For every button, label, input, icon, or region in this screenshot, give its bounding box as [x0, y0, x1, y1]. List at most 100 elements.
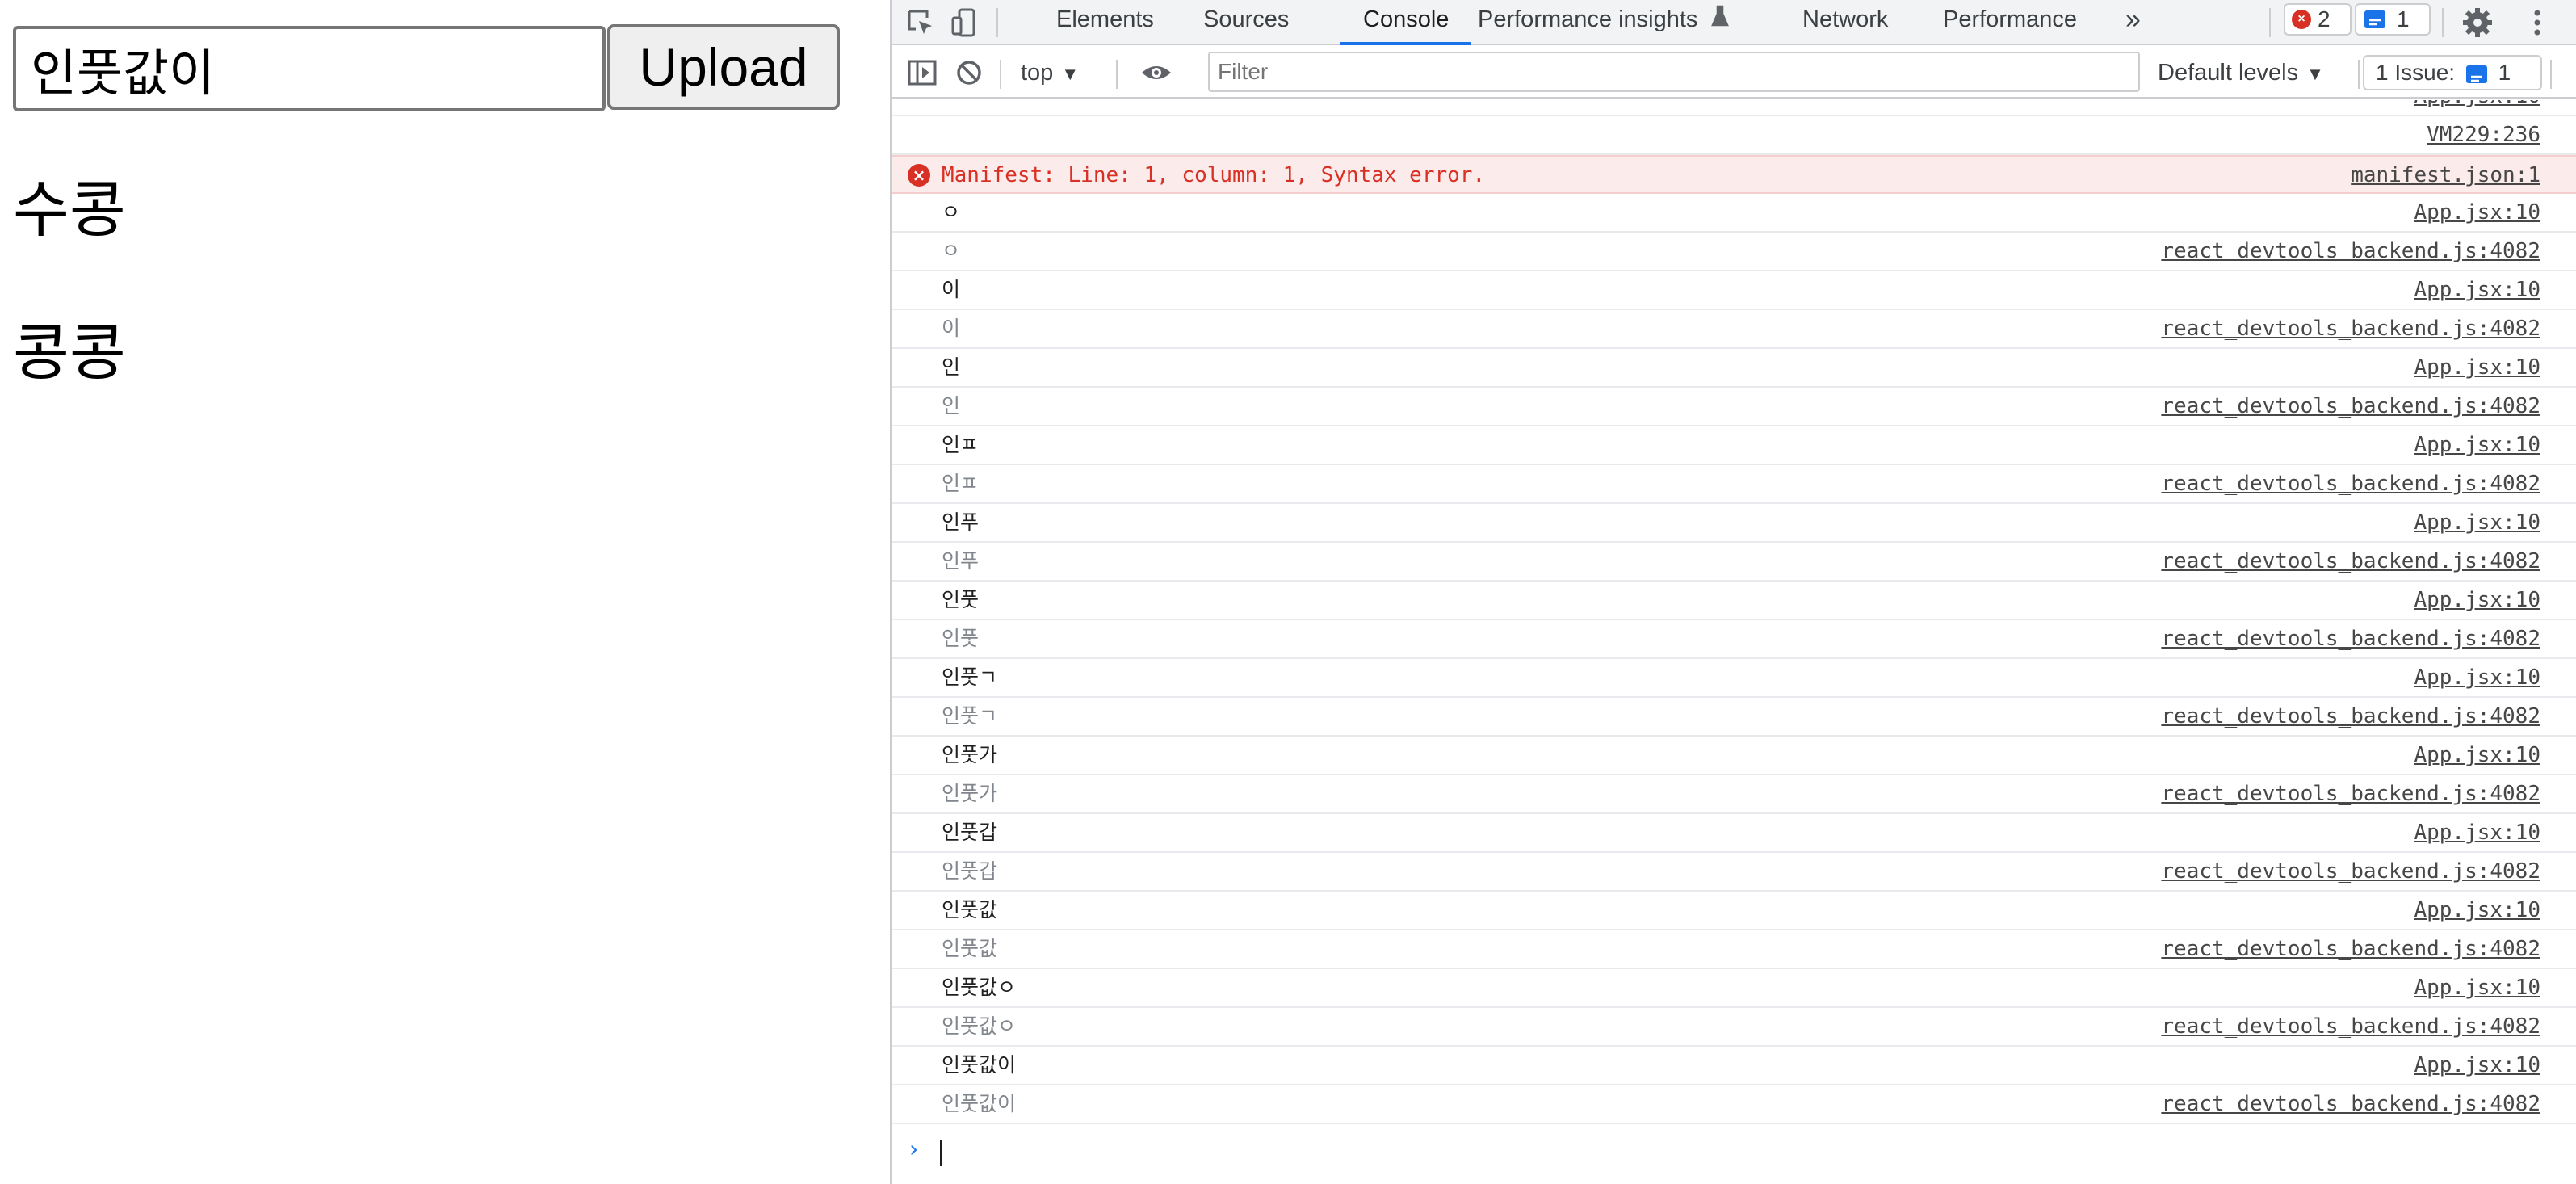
clear-console-icon[interactable] — [951, 55, 987, 90]
console-prompt[interactable]: › — [892, 1131, 2576, 1176]
console-message: 인풋값이 — [942, 1053, 1017, 1077]
devtools-panel: Elements Sources Console Performance ins… — [890, 0, 2576, 1184]
console-row: 인풋 react_devtools_backend.js:4082 — [892, 620, 2576, 659]
source-link[interactable]: App.jsx:10 — [2414, 194, 2540, 231]
source-link[interactable]: App.jsx:10 — [2414, 737, 2540, 774]
live-expression-eye-icon[interactable] — [1139, 55, 1174, 90]
console-message: 인ㅍ — [942, 472, 980, 495]
tab-elements[interactable]: Elements — [1056, 0, 1154, 45]
console-message: 인풋값ㅇ — [942, 1014, 1017, 1038]
divider — [1000, 60, 1001, 89]
source-link[interactable]: manifest.json:1 — [2351, 157, 2540, 194]
log-levels-label: Default levels — [2158, 60, 2299, 86]
source-link[interactable]: App.jsx:10 — [2414, 100, 2540, 115]
console-message: ㅇ — [942, 200, 961, 224]
source-link[interactable]: react_devtools_backend.js:4082 — [2161, 698, 2540, 735]
source-link[interactable]: App.jsx:10 — [2414, 504, 2540, 541]
log-levels-dropdown[interactable]: Default levels ▼ — [2158, 55, 2324, 90]
message-count-badge[interactable]: 1 — [2355, 3, 2431, 36]
console-message: 인 — [942, 355, 961, 379]
filter-input[interactable] — [1208, 52, 2140, 92]
console-row: 인풋값이 App.jsx:10 — [892, 1047, 2576, 1085]
console-row: 인풋가 App.jsx:10 — [892, 737, 2576, 775]
tab-network[interactable]: Network — [1802, 0, 1888, 45]
console-message: 인풋 — [942, 627, 980, 650]
device-toolbar-icon[interactable] — [946, 5, 982, 40]
context-label: top — [1021, 60, 1054, 86]
console-message: 인풋가 — [942, 743, 998, 766]
console-message: 인풋값이 — [942, 1092, 1017, 1115]
source-link[interactable]: react_devtools_backend.js:4082 — [2161, 1085, 2540, 1123]
source-link[interactable]: VM229:236 — [2427, 116, 2540, 153]
source-link[interactable]: react_devtools_backend.js:4082 — [2161, 1008, 2540, 1045]
console-message: 인풋값 — [942, 937, 998, 960]
source-link[interactable]: App.jsx:10 — [2414, 1047, 2540, 1084]
dropdown-caret-icon: ▼ — [1061, 64, 1080, 84]
upload-button[interactable]: Upload — [607, 24, 840, 110]
console-row: 인풋가 react_devtools_backend.js:4082 — [892, 775, 2576, 814]
console-row: 인푸 App.jsx:10 — [892, 504, 2576, 543]
issues-count: 1 — [2498, 60, 2511, 85]
console-message: 인 — [942, 394, 961, 418]
text-cursor — [940, 1140, 942, 1166]
console-row: App.jsx:10 — [892, 100, 2576, 116]
source-link[interactable]: App.jsx:10 — [2414, 349, 2540, 386]
tab-performance[interactable]: Performance — [1943, 0, 2077, 45]
console-row: 인풋ㄱ react_devtools_backend.js:4082 — [892, 698, 2576, 737]
prompt-chevron-icon: › — [909, 1136, 919, 1162]
source-link[interactable]: App.jsx:10 — [2414, 582, 2540, 619]
settings-gear-icon[interactable] — [2460, 5, 2495, 40]
console-row: 인풋값ㅇ react_devtools_backend.js:4082 — [892, 1008, 2576, 1047]
console-row: VM229:236 — [892, 116, 2576, 155]
console-row: 인풋 App.jsx:10 — [892, 582, 2576, 620]
divider — [2269, 8, 2271, 37]
source-link[interactable]: App.jsx:10 — [2414, 426, 2540, 464]
console-row: 인풋ㄱ App.jsx:10 — [892, 659, 2576, 698]
source-link[interactable]: App.jsx:10 — [2414, 659, 2540, 696]
source-link[interactable]: App.jsx:10 — [2414, 271, 2540, 309]
message-count: 1 — [2397, 6, 2410, 31]
console-log: App.jsx:10VM229:236×Manifest: Line: 1, c… — [892, 100, 2576, 1184]
console-message: 인풋갑 — [942, 859, 998, 883]
tab-performance-insights[interactable]: Performance insights — [1478, 0, 1730, 45]
source-link[interactable]: App.jsx:10 — [2414, 969, 2540, 1006]
source-link[interactable]: react_devtools_backend.js:4082 — [2161, 310, 2540, 347]
source-link[interactable]: react_devtools_backend.js:4082 — [2161, 233, 2540, 270]
source-link[interactable]: App.jsx:10 — [2414, 892, 2540, 929]
console-message: 이 — [942, 317, 961, 340]
error-count-badge[interactable]: × 2 — [2284, 3, 2352, 36]
source-link[interactable]: react_devtools_backend.js:4082 — [2161, 620, 2540, 657]
console-message: 인푸 — [942, 549, 980, 573]
console-row: 인풋값이 react_devtools_backend.js:4082 — [892, 1085, 2576, 1124]
tab-console[interactable]: Console — [1340, 0, 1472, 45]
source-link[interactable]: react_devtools_backend.js:4082 — [2161, 853, 2540, 890]
inspect-element-icon[interactable] — [903, 5, 938, 40]
source-link[interactable]: react_devtools_backend.js:4082 — [2161, 388, 2540, 425]
console-message: 인풋가 — [942, 782, 998, 805]
issues-button[interactable]: 1 Issue: 1 — [2363, 55, 2542, 90]
text-input[interactable] — [13, 26, 606, 111]
console-row: ㅇ App.jsx:10 — [892, 194, 2576, 233]
console-row: 이 App.jsx:10 — [892, 271, 2576, 310]
source-link[interactable]: react_devtools_backend.js:4082 — [2161, 775, 2540, 812]
console-message: 인풋값 — [942, 898, 998, 922]
console-message: 인풋값ㅇ — [942, 976, 1017, 999]
show-sidebar-icon[interactable] — [904, 55, 940, 90]
source-link[interactable]: react_devtools_backend.js:4082 — [2161, 930, 2540, 968]
list-item: 수콩 — [13, 174, 126, 246]
console-row: 인풋값ㅇ App.jsx:10 — [892, 969, 2576, 1008]
message-icon — [2364, 10, 2385, 28]
error-count: 2 — [2318, 6, 2331, 31]
source-link[interactable]: react_devtools_backend.js:4082 — [2161, 465, 2540, 502]
console-row: ㅇ react_devtools_backend.js:4082 — [892, 233, 2576, 271]
source-link[interactable]: App.jsx:10 — [2414, 814, 2540, 851]
more-tabs-icon[interactable]: » — [2125, 0, 2141, 45]
error-icon: × — [2292, 10, 2311, 29]
more-options-icon[interactable] — [2519, 5, 2555, 40]
tab-sources[interactable]: Sources — [1203, 0, 1289, 45]
console-message: Manifest: Line: 1, column: 1, Syntax err… — [942, 163, 1486, 187]
context-selector[interactable]: top ▼ — [1021, 55, 1079, 90]
list-item: 콩콩 — [13, 317, 126, 388]
source-link[interactable]: react_devtools_backend.js:4082 — [2161, 543, 2540, 580]
divider — [2442, 8, 2444, 37]
